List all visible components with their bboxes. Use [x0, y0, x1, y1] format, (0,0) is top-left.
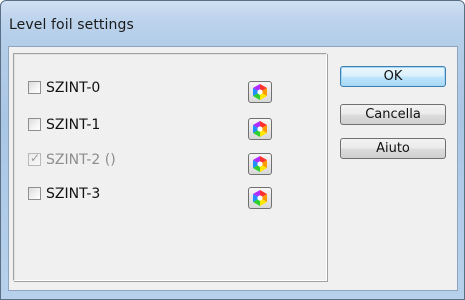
level-checkbox-szint-0[interactable]: [28, 81, 41, 94]
color-wheel-icon: [253, 156, 267, 172]
level-label: SZINT-2 (): [46, 152, 116, 168]
level-label: SZINT-1: [46, 117, 101, 133]
level-checkbox-szint-3[interactable]: [28, 187, 41, 200]
color-wheel-icon: [253, 84, 267, 100]
dialog-window: Level foil settings SZINT-0 SZINT-1 ✓ SZ…: [0, 0, 465, 300]
color-picker-button-szint-3[interactable]: [248, 187, 272, 209]
level-label: SZINT-0: [46, 80, 101, 96]
color-wheel-icon: [253, 190, 267, 206]
title-bar[interactable]: Level foil settings: [1, 1, 464, 43]
checkmark-icon: ✓: [30, 151, 41, 165]
window-title: Level foil settings: [9, 17, 134, 33]
level-checkbox-szint-2: ✓: [28, 151, 41, 166]
color-picker-button-szint-2[interactable]: [248, 153, 272, 175]
ok-button[interactable]: OK: [340, 66, 446, 87]
level-label: SZINT-3: [46, 186, 101, 202]
color-wheel-icon: [253, 121, 267, 137]
level-checkbox-szint-1[interactable]: [28, 118, 41, 131]
help-button[interactable]: Aiuto: [340, 138, 446, 159]
cancel-button[interactable]: Cancella: [340, 104, 446, 125]
color-picker-button-szint-0[interactable]: [248, 81, 272, 103]
color-picker-button-szint-1[interactable]: [248, 118, 272, 140]
